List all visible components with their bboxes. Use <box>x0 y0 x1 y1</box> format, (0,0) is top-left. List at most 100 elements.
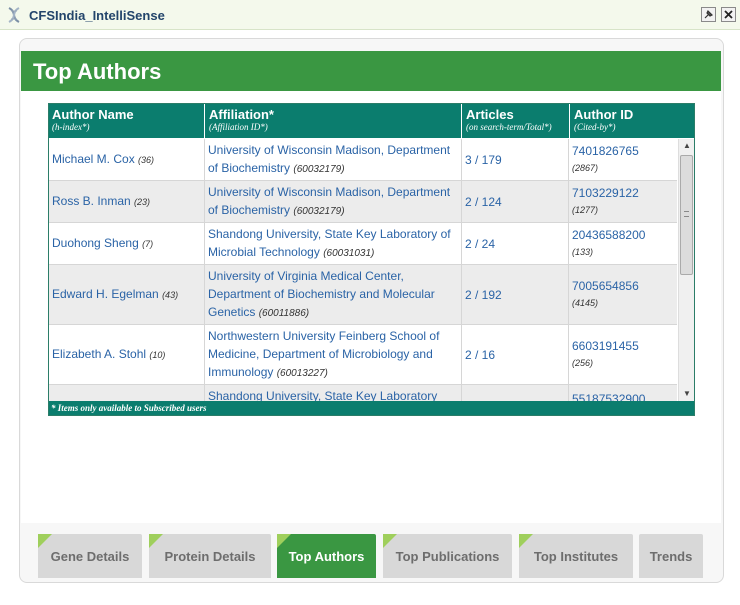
tab-label: Top Publications <box>395 548 500 564</box>
tab-label: Top Institutes <box>533 548 619 564</box>
tab-top-publications[interactable]: Top Publications <box>383 534 512 578</box>
affiliation-id: (60032179) <box>293 205 345 217</box>
tab-gene-details[interactable]: Gene Details <box>38 534 142 578</box>
articles-link[interactable]: 3 / 179 <box>465 151 502 169</box>
tab-top-authors[interactable]: Top Authors <box>277 534 376 578</box>
check-icon <box>149 534 163 548</box>
app-title: CFSIndia_IntelliSense <box>29 8 165 23</box>
column-header-sublabel: (h-index*) <box>52 122 90 132</box>
author-name-link[interactable]: Elizabeth A. Stohl <box>52 347 146 361</box>
author-id-cell: 20436588200 (133) <box>569 223 677 264</box>
tab-top-institutes[interactable]: Top Institutes <box>519 534 633 578</box>
tab-label: Protein Details <box>164 548 256 564</box>
affiliation-cell: Shandong University, State Key Laborator… <box>205 385 462 401</box>
author-cell: Ross B. Inman (23) <box>49 181 205 222</box>
h-index: (7) <box>142 239 154 249</box>
cited-by: (1277) <box>572 205 599 215</box>
table-row: Duohong Sheng (7) Shandong University, S… <box>49 223 677 265</box>
cited-by: (256) <box>572 358 594 368</box>
articles-link[interactable]: 2 / 24 <box>465 235 495 253</box>
section-title: Top Authors <box>33 59 162 84</box>
h-index: (36) <box>138 155 155 165</box>
tab-label: Top Authors <box>288 548 365 564</box>
cited-by: (133) <box>572 247 594 257</box>
title-bar: CFSIndia_IntelliSense <box>0 0 740 30</box>
column-header-sublabel: (Affiliation ID*) <box>209 122 268 132</box>
author-cell: Elizabeth A. Stohl (10) <box>49 325 205 384</box>
tab-label: Trends <box>649 548 693 564</box>
author-cell: Michael M. Cox (36) <box>49 139 205 180</box>
articles-cell: 2 / 124 <box>462 181 569 222</box>
cited-by: (2867) <box>572 163 599 173</box>
pin-icon[interactable] <box>701 7 716 22</box>
close-icon[interactable] <box>721 7 736 22</box>
scroll-up-icon[interactable]: ▲ <box>679 139 694 153</box>
table-footnote: * Items only available to Subscribed use… <box>49 401 694 415</box>
grip-icon <box>684 211 689 217</box>
articles-link[interactable]: 2 / 124 <box>465 193 502 211</box>
author-id-link[interactable]: 7103229122 <box>572 186 639 200</box>
column-header-author-id[interactable]: Author ID (Cited-by*) <box>571 104 694 138</box>
author-id-link[interactable]: 55187532900 <box>572 390 645 401</box>
section-banner: Top Authors <box>21 51 721 91</box>
articles-cell: 2 / 192 <box>462 265 569 324</box>
check-icon <box>519 534 533 548</box>
author-id-cell: 6603191455 (256) <box>569 325 677 384</box>
cited-by: (4145) <box>572 298 599 308</box>
table-row: Shandong University, State Key Laborator… <box>49 385 677 401</box>
affiliation-link[interactable]: Shandong University, State Key Laborator… <box>208 387 437 401</box>
author-id-link[interactable]: 7005654856 <box>572 279 639 293</box>
author-id-cell: 7401826765 (2867) <box>569 139 677 180</box>
table-row: Edward H. Egelman (43) University of Vir… <box>49 265 677 325</box>
column-header-affiliation[interactable]: Affiliation* (Affiliation ID*) <box>206 104 462 138</box>
author-id-link[interactable]: 7401826765 <box>572 144 639 158</box>
authors-table: Author Name (h-index*) Affiliation* (Aff… <box>48 103 695 416</box>
tab-protein-details[interactable]: Protein Details <box>149 534 271 578</box>
author-name-link[interactable]: Edward H. Egelman <box>52 287 159 301</box>
author-id-cell: 7005654856 (4145) <box>569 265 677 324</box>
author-name-link[interactable]: Michael M. Cox <box>52 152 135 166</box>
author-cell: Edward H. Egelman (43) <box>49 265 205 324</box>
h-index: (23) <box>134 197 151 207</box>
check-icon <box>38 534 52 548</box>
author-cell: Duohong Sheng (7) <box>49 223 205 264</box>
column-header-label: Affiliation* <box>209 107 274 122</box>
table-row: Michael M. Cox (36) University of Wiscon… <box>49 139 677 181</box>
table-row: Elizabeth A. Stohl (10) Northwestern Uni… <box>49 325 677 385</box>
articles-cell: 2 / 16 <box>462 325 569 384</box>
author-name-link[interactable]: Ross B. Inman <box>52 194 131 208</box>
table-scrollbar[interactable]: ▲ ▼ <box>678 139 694 401</box>
column-header-label: Articles <box>466 107 514 122</box>
articles-link[interactable]: 2 / 16 <box>465 346 495 364</box>
author-id-link[interactable]: 6603191455 <box>572 339 639 353</box>
table-header: Author Name (h-index*) Affiliation* (Aff… <box>49 104 694 138</box>
affiliation-cell: University of Wisconsin Madison, Departm… <box>205 181 462 222</box>
author-name-link[interactable]: Duohong Sheng <box>52 236 139 250</box>
h-index: (10) <box>149 350 166 360</box>
table-row: Ross B. Inman (23) University of Wiscons… <box>49 181 677 223</box>
column-header-label: Author Name <box>52 107 134 122</box>
check-icon <box>383 534 397 548</box>
affiliation-id: (60032179) <box>293 163 345 175</box>
column-header-sublabel: (Cited-by*) <box>574 122 616 132</box>
affiliation-link[interactable]: University of Virginia Medical Center, D… <box>208 269 435 319</box>
author-id-cell: 7103229122 (1277) <box>569 181 677 222</box>
column-header-sublabel: (on search-term/Total*) <box>466 122 552 132</box>
column-header-label: Author ID <box>574 107 634 122</box>
scroll-thumb[interactable] <box>680 155 693 275</box>
affiliation-cell: University of Wisconsin Madison, Departm… <box>205 139 462 180</box>
column-header-author-name[interactable]: Author Name (h-index*) <box>49 104 205 138</box>
check-icon <box>277 534 291 548</box>
author-id-link[interactable]: 20436588200 <box>572 228 645 242</box>
column-header-articles[interactable]: Articles (on search-term/Total*) <box>463 104 570 138</box>
articles-cell: 3 / 179 <box>462 139 569 180</box>
scroll-down-icon[interactable]: ▼ <box>679 387 694 401</box>
affiliation-id: (60011886) <box>258 307 310 319</box>
articles-cell: 2 / 24 <box>462 223 569 264</box>
author-cell <box>49 385 205 401</box>
dna-helix-icon <box>8 7 20 23</box>
affiliation-id: (60031031) <box>323 247 375 259</box>
articles-link[interactable]: 2 / 192 <box>465 286 502 304</box>
affiliation-cell: Shandong University, State Key Laborator… <box>205 223 462 264</box>
tab-trends[interactable]: Trends <box>639 534 703 578</box>
